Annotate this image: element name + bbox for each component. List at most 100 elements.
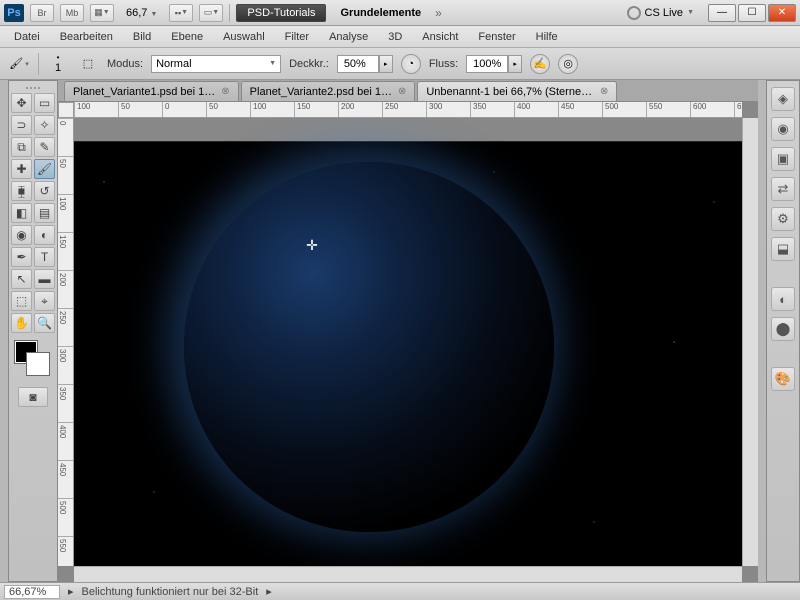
screen-mode-button[interactable]: ▭ ▼ — [199, 4, 223, 22]
tool-eraser[interactable]: ◧ — [11, 203, 32, 223]
tool-path[interactable]: ↖ — [11, 269, 32, 289]
menu-datei[interactable]: Datei — [4, 28, 50, 46]
status-zoom[interactable]: 66,67% — [4, 585, 60, 599]
tool-preset-icon[interactable]: 🖌▾ — [8, 53, 30, 75]
menu-hilfe[interactable]: Hilfe — [526, 28, 568, 46]
cslive-icon — [627, 6, 641, 20]
panel-icon-8[interactable]: ⬤ — [771, 317, 795, 341]
panel-icon-1[interactable]: ◉ — [771, 117, 795, 141]
view-extras-button[interactable]: ▪▪ ▼ — [169, 4, 193, 22]
ruler-origin[interactable] — [58, 102, 74, 118]
brush-panel-icon[interactable]: ⬚ — [77, 53, 99, 75]
flow-field[interactable]: 100% — [466, 55, 508, 73]
workspace-button[interactable]: PSD-Tutorials — [236, 4, 326, 22]
panel-icon-2[interactable]: ▣ — [771, 147, 795, 171]
tool-select[interactable]: ▭ — [34, 93, 55, 113]
color-swatches — [11, 341, 55, 383]
ruler-horizontal[interactable]: 1005005010015020025030035040045050055060… — [74, 102, 742, 118]
close-button[interactable]: ✕ — [768, 4, 796, 22]
tool-blur[interactable]: ◉ — [11, 225, 32, 245]
minibridge-button[interactable]: Mb — [60, 4, 84, 22]
tool-wand[interactable]: ✧ — [34, 115, 55, 135]
panel-icon-5[interactable]: ⬓ — [771, 237, 795, 261]
tool-crop[interactable]: ⧉ — [11, 137, 32, 157]
tool-gradient[interactable]: ▤ — [34, 203, 55, 223]
tool-history[interactable]: ↺ — [34, 181, 55, 201]
airbrush-icon[interactable]: ✍ — [530, 54, 550, 74]
canvas-area: 1005005010015020025030035040045050055060… — [58, 102, 758, 582]
tool-dodge[interactable]: ◐ — [34, 225, 55, 245]
workspace-label[interactable]: Grundelemente — [332, 5, 429, 21]
document-tab-0[interactable]: Planet_Variante1.psd bei 1…⊗ — [64, 81, 239, 101]
cslive-button[interactable]: CS Live — [645, 7, 684, 19]
scrollbar-vertical[interactable] — [742, 118, 758, 566]
ruler-vertical[interactable]: 050100150200250300350400450500550 — [58, 118, 74, 566]
opacity-field[interactable]: 50% — [337, 55, 379, 73]
menu-bild[interactable]: Bild — [123, 28, 161, 46]
tool-stamp[interactable]: ⧯ — [11, 181, 32, 201]
document-tab-2[interactable]: Unbenannt-1 bei 66,7% (Sterne, Ebenenmas… — [417, 81, 617, 101]
panel-strip: ◈ ◉ ▣ ⇄ ⚙ ⬓ ◐ ⬤ 🎨 — [766, 80, 800, 582]
bridge-button[interactable]: Br — [30, 4, 54, 22]
tool-zoom[interactable]: 🔍 — [34, 313, 55, 333]
background-swatch[interactable] — [27, 353, 49, 375]
tool-heal[interactable]: ✚ — [11, 159, 32, 179]
panel-icon-10[interactable]: 🎨 — [771, 367, 795, 391]
scrollbar-horizontal[interactable] — [74, 566, 742, 582]
planet-artwork — [184, 162, 554, 532]
status-arrow-icon[interactable]: ▸ — [68, 585, 74, 598]
tool-3d[interactable]: ⬚ — [11, 291, 32, 311]
panel-icon-7[interactable]: ◐ — [771, 287, 795, 311]
tool-lasso[interactable]: ⊃ — [11, 115, 32, 135]
tablet-pressure-icon[interactable]: ◎ — [558, 54, 578, 74]
document-tab-1[interactable]: Planet_Variante2.psd bei 1…⊗ — [241, 81, 416, 101]
tool-type[interactable]: T — [34, 247, 55, 267]
opacity-label: Deckkr.: — [289, 58, 329, 70]
menu-auswahl[interactable]: Auswahl — [213, 28, 275, 46]
crosshair-cursor: ✛ — [304, 237, 320, 253]
status-message: Belichtung funktioniert nur bei 32-Bit — [82, 586, 259, 598]
tool-move[interactable]: ✥ — [11, 93, 32, 113]
tool-eyedrop[interactable]: ✎ — [34, 137, 55, 157]
document-tab-bar: Planet_Variante1.psd bei 1…⊗Planet_Varia… — [58, 80, 758, 102]
menu-analyse[interactable]: Analyse — [319, 28, 378, 46]
toolbox-grip[interactable] — [11, 85, 55, 91]
tab-close-icon[interactable]: ⊗ — [221, 86, 229, 97]
layout-button[interactable]: ▦ ▼ — [90, 4, 114, 22]
maximize-button[interactable]: ☐ — [738, 4, 766, 22]
minimize-button[interactable]: — — [708, 4, 736, 22]
tool-hand[interactable]: ✋ — [11, 313, 32, 333]
tab-close-icon[interactable]: ⊗ — [600, 86, 608, 97]
zoom-display[interactable]: 66,7 ▼ — [120, 7, 163, 19]
quickmask-button[interactable]: ◙ — [18, 387, 48, 407]
app-logo: Ps — [4, 4, 24, 22]
menu-fenster[interactable]: Fenster — [468, 28, 525, 46]
blend-mode-select[interactable]: Normal▼ — [151, 55, 281, 73]
tool-3dcam[interactable]: ⌖ — [34, 291, 55, 311]
menu-filter[interactable]: Filter — [275, 28, 319, 46]
tool-brush[interactable]: 🖌 — [34, 159, 55, 179]
panel-icon-4[interactable]: ⚙ — [771, 207, 795, 231]
tab-close-icon[interactable]: ⊗ — [398, 86, 406, 97]
opacity-arrow[interactable]: ▸ — [379, 55, 393, 73]
menu-bearbeiten[interactable]: Bearbeiten — [50, 28, 123, 46]
tool-pen[interactable]: ✒ — [11, 247, 32, 267]
panel-icon-3[interactable]: ⇄ — [771, 177, 795, 201]
flow-arrow[interactable]: ▸ — [508, 55, 522, 73]
tool-shape[interactable]: ▬ — [34, 269, 55, 289]
menu-bar: DateiBearbeitenBildEbeneAuswahlFilterAna… — [0, 26, 800, 48]
toolbox: ✥▭⊃✧⧉✎✚🖌⧯↺◧▤◉◐✒T↖▬⬚⌖✋🔍 ◙ — [8, 80, 58, 582]
status-arrow2-icon[interactable]: ▸ — [266, 585, 272, 598]
status-bar: 66,67% ▸ Belichtung funktioniert nur bei… — [0, 582, 800, 600]
menu-ebene[interactable]: Ebene — [161, 28, 213, 46]
title-bar: Ps Br Mb ▦ ▼ 66,7 ▼ ▪▪ ▼ ▭ ▼ PSD-Tutoria… — [0, 0, 800, 26]
document-canvas[interactable]: ✛ — [74, 142, 742, 566]
flow-label: Fluss: — [429, 58, 458, 70]
more-icon[interactable]: » — [435, 6, 442, 20]
panel-icon-0[interactable]: ◈ — [771, 87, 795, 111]
menu-ansicht[interactable]: Ansicht — [412, 28, 468, 46]
opacity-pressure-icon[interactable]: ◔ — [401, 54, 421, 74]
brush-preview[interactable]: •1 — [47, 53, 69, 75]
options-bar: 🖌▾ •1 ⬚ Modus: Normal▼ Deckkr.: 50% ▸ ◔ … — [0, 48, 800, 80]
menu-3d[interactable]: 3D — [378, 28, 412, 46]
